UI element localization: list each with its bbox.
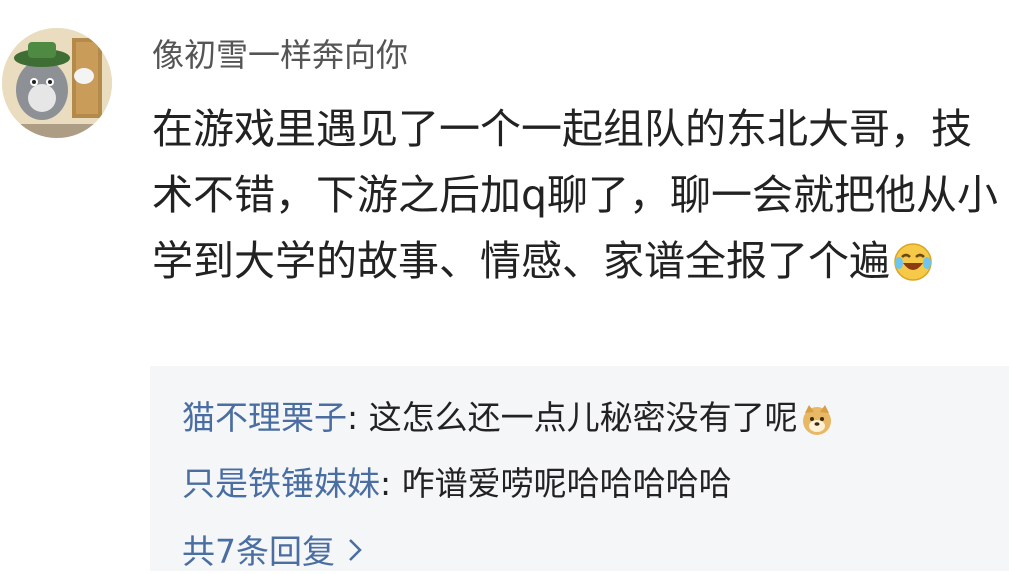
reply-author[interactable]: 猫不理栗子 [182,398,347,437]
reply-separator: : [347,398,369,437]
reply-panel: 猫不理栗子: 这怎么还一点儿秘密没有了呢 只是铁锤妹妹: 咋谱爱唠呢哈哈哈哈哈 … [150,366,1009,571]
reply-text: 这怎么还一点儿秘密没有了呢 [368,398,798,437]
avatar-cat-image [2,28,112,138]
doge-emoji-icon [800,403,834,446]
comment-text-body: 在游戏里遇见了一个一起组队的东北大哥，技术不错，下游之后加q聊了，聊一会就把他从… [152,105,999,285]
chevron-right-icon [347,534,363,574]
reply-author[interactable]: 只是铁锤妹妹 [182,464,380,503]
laughing-crying-emoji-icon [892,236,934,302]
avatar[interactable]: 锁了 [2,28,112,138]
comment-text: 在游戏里遇见了一个一起组队的东北大哥，技术不错，下游之后加q聊了，聊一会就把他从… [152,96,1002,302]
reply-item[interactable]: 只是铁锤妹妹: 咋谱爱唠呢哈哈哈哈哈 [182,464,732,504]
reply-text: 咋谱爱唠呢哈哈哈哈哈 [401,464,732,503]
view-more-replies-button[interactable]: 共7条回复 [182,532,363,574]
more-replies-label: 共7条回复 [182,532,335,571]
reply-item[interactable]: 猫不理栗子: 这怎么还一点儿秘密没有了呢 [182,398,834,446]
reply-separator: : [380,464,402,503]
comment-author[interactable]: 像初雪一样奔向你 [152,36,408,74]
